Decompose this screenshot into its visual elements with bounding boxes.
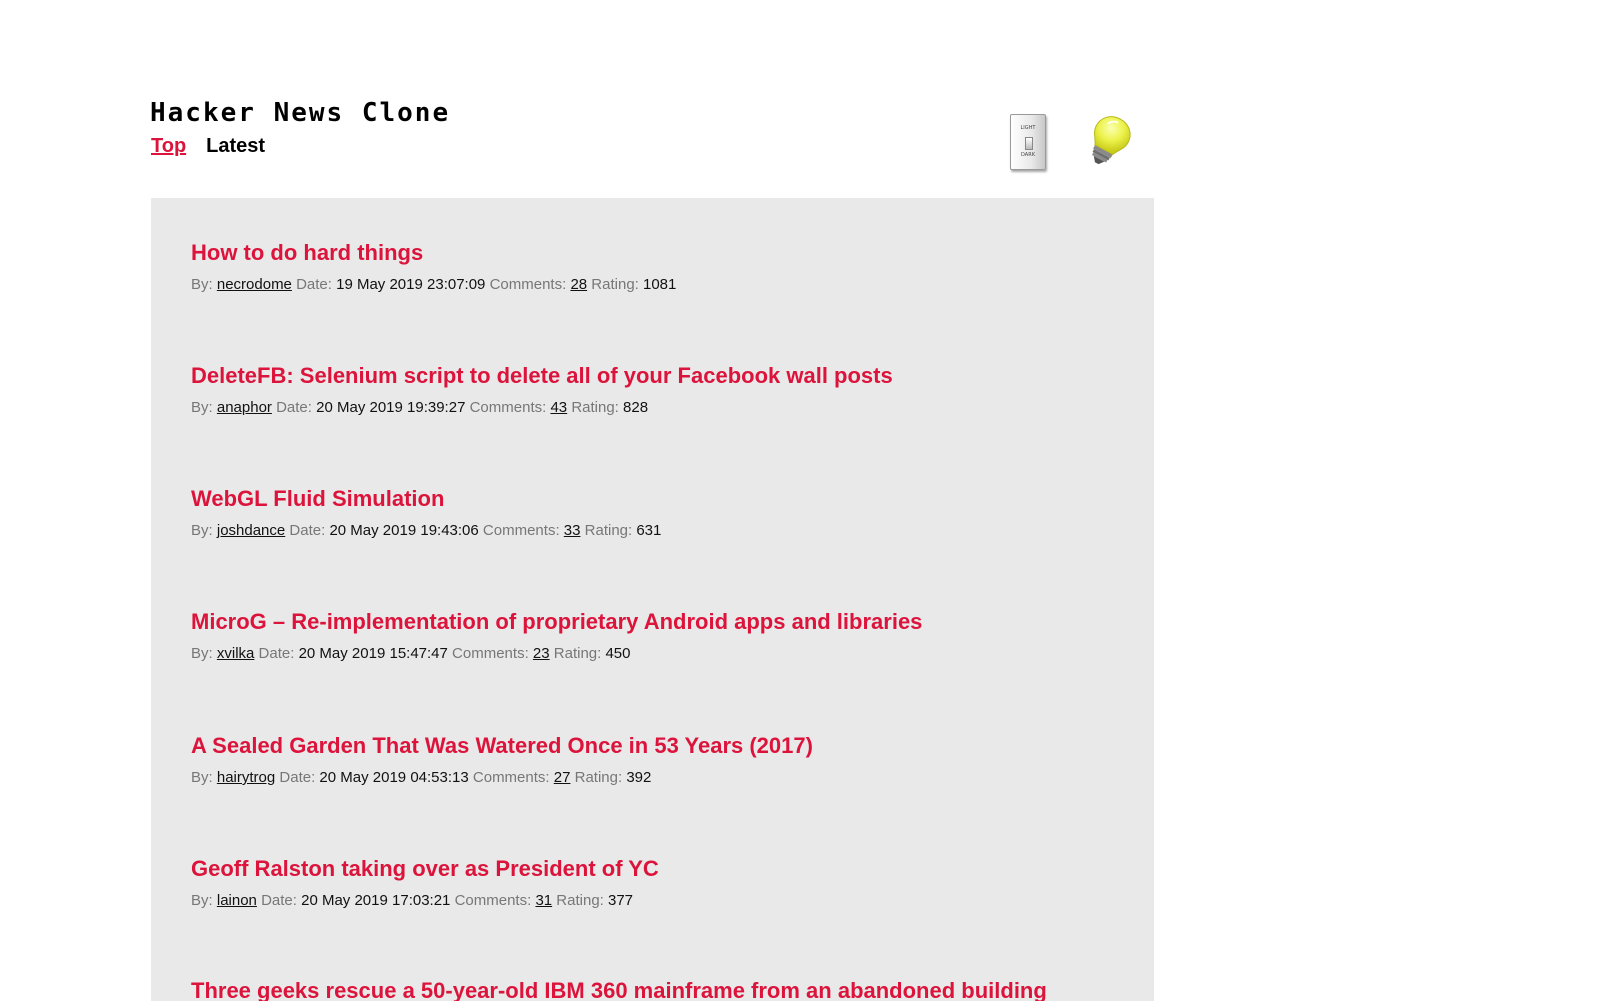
story-item: How to do hard things By: necrodome Date… [191,240,1131,294]
date-value: 20 May 2019 19:39:27 [316,399,466,416]
story-meta: By: hairytrog Date: 20 May 2019 04:53:13… [191,769,1131,787]
story-item: WebGL Fluid Simulation By: joshdance Dat… [191,486,1131,540]
rating-value: 631 [636,522,662,539]
rating-label: Rating: [584,522,633,539]
story-title-link[interactable]: Geoff Ralston taking over as President o… [191,856,1131,882]
author-link[interactable]: xvilka [217,645,255,662]
comments-label: Comments: [489,276,567,293]
date-value: 20 May 2019 04:53:13 [319,769,469,786]
story-title-link[interactable]: WebGL Fluid Simulation [191,486,1131,512]
by-label: By: [191,769,213,786]
date-value: 20 May 2019 17:03:21 [301,892,451,909]
story-item: MicroG – Re-implementation of proprietar… [191,609,1131,663]
rating-value: 392 [626,769,652,786]
date-value: 19 May 2019 23:07:09 [336,276,486,293]
rating-label: Rating: [591,276,639,293]
nav-latest-link[interactable]: Latest [206,134,265,158]
rating-label: Rating: [571,399,619,416]
comments-link[interactable]: 23 [533,645,550,662]
date-label: Date: [276,399,312,416]
stories-panel: How to do hard things By: necrodome Date… [151,198,1154,1001]
theme-switch-icon[interactable]: LIGHT DARK [1010,114,1046,170]
by-label: By: [191,645,213,662]
date-label: Date: [261,892,297,909]
switch-toggle [1025,137,1033,150]
nav-top-link[interactable]: Top [151,134,186,158]
main-nav: Top Latest [151,134,265,158]
rating-label: Rating: [553,645,602,662]
author-link[interactable]: joshdance [217,522,285,539]
by-label: By: [191,892,213,909]
author-link[interactable]: hairytrog [217,769,275,786]
switch-light-label: LIGHT [1020,125,1036,131]
story-meta: By: joshdance Date: 20 May 2019 19:43:06… [191,522,1131,540]
author-link[interactable]: necrodome [217,276,292,293]
comments-label: Comments: [469,399,547,416]
story-title-link[interactable]: DeleteFB: Selenium script to delete all … [191,363,1131,389]
story-item: A Sealed Garden That Was Watered Once in… [191,733,1131,787]
date-label: Date: [296,276,332,293]
story-title-link[interactable]: MicroG – Re-implementation of proprietar… [191,609,1131,635]
switch-dark-label: DARK [1021,152,1035,158]
comments-link[interactable]: 27 [554,769,571,786]
author-link[interactable]: lainon [217,892,257,909]
rating-value: 828 [623,399,649,416]
story-title-link[interactable]: Three geeks rescue a 50-year-old IBM 360… [191,978,1131,1001]
comments-label: Comments: [472,769,550,786]
comments-link[interactable]: 33 [564,522,581,539]
story-item: DeleteFB: Selenium script to delete all … [191,363,1131,417]
comments-link[interactable]: 43 [550,399,567,416]
story-item: Three geeks rescue a 50-year-old IBM 360… [191,978,1131,1001]
story-meta: By: xvilka Date: 20 May 2019 15:47:47 Co… [191,645,1131,663]
rating-label: Rating: [574,769,623,786]
by-label: By: [191,522,213,539]
rating-label: Rating: [556,892,604,909]
author-link[interactable]: anaphor [217,399,272,416]
by-label: By: [191,399,213,416]
date-value: 20 May 2019 19:43:06 [329,522,479,539]
page: Hacker News Clone Top Latest LIGHT DARK [0,0,1604,1001]
date-value: 20 May 2019 15:47:47 [298,645,448,662]
comments-label: Comments: [482,522,560,539]
comments-link[interactable]: 28 [570,276,587,293]
story-title-link[interactable]: How to do hard things [191,240,1131,266]
lightbulb-icon[interactable] [1083,114,1133,170]
date-label: Date: [258,645,295,662]
story-meta: By: lainon Date: 20 May 2019 17:03:21 Co… [191,892,1131,910]
rating-value: 1081 [643,276,677,293]
story-meta: By: necrodome Date: 19 May 2019 23:07:09… [191,276,1131,294]
story-title-link[interactable]: A Sealed Garden That Was Watered Once in… [191,733,1131,759]
story-item: Geoff Ralston taking over as President o… [191,856,1131,910]
rating-value: 377 [608,892,634,909]
by-label: By: [191,276,213,293]
comments-link[interactable]: 31 [535,892,552,909]
date-label: Date: [279,769,316,786]
rating-value: 450 [605,645,631,662]
date-label: Date: [289,522,326,539]
comments-label: Comments: [452,645,529,662]
site-title: Hacker News Clone [150,98,451,128]
story-meta: By: anaphor Date: 20 May 2019 19:39:27 C… [191,399,1131,417]
comments-label: Comments: [454,892,532,909]
